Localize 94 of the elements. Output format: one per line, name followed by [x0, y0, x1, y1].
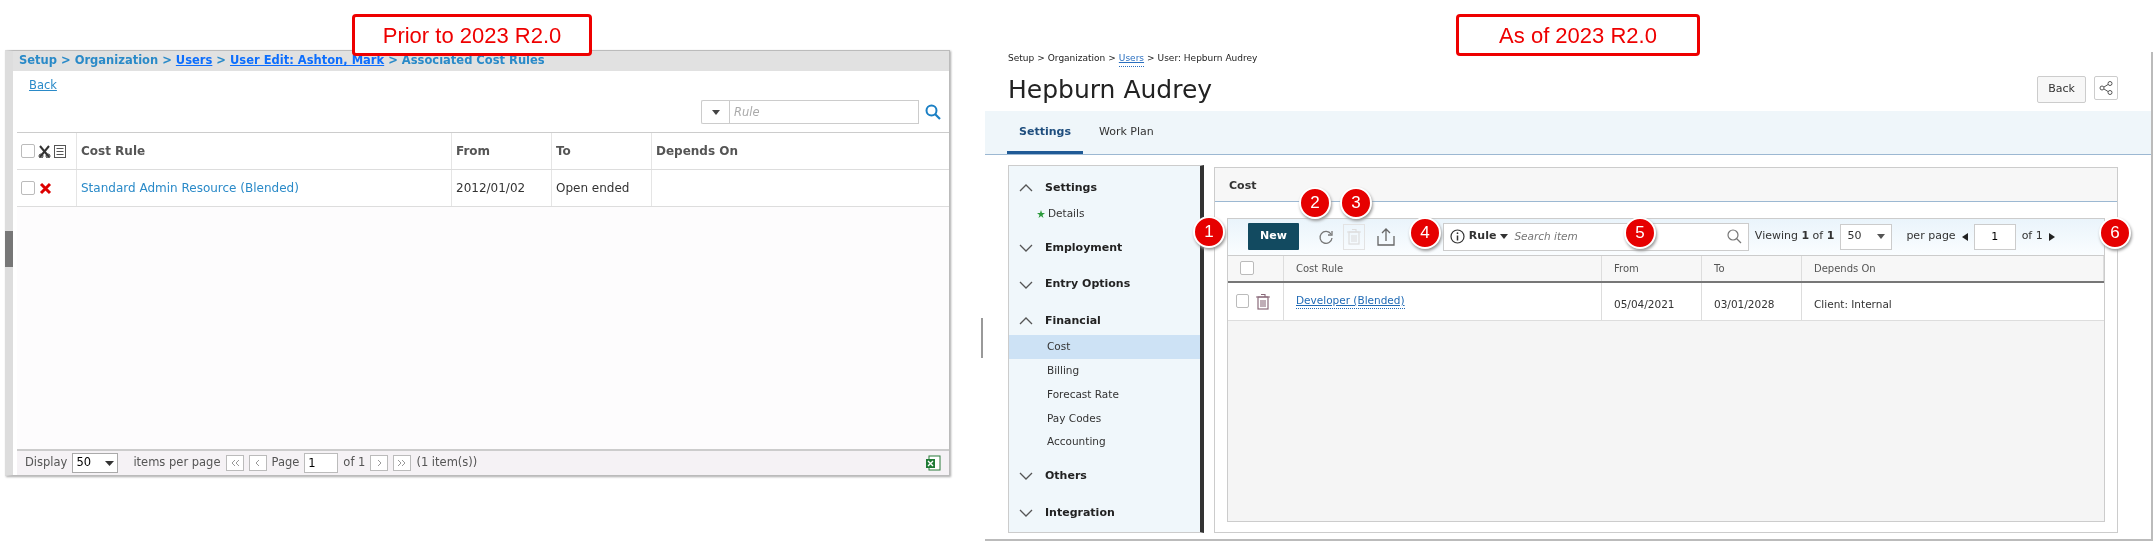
sidebar-item[interactable]: Pay Codes — [1047, 410, 1102, 427]
table-cell: 03/01/2028 — [1702, 282, 1802, 320]
column-header: From — [452, 133, 552, 170]
list-icon[interactable] — [54, 144, 66, 158]
callout-marker: 6 — [2099, 217, 2131, 249]
chevron-down-icon[interactable] — [1019, 508, 1033, 517]
trash-icon[interactable] — [1255, 292, 1271, 310]
tab[interactable]: Settings — [1007, 124, 1083, 154]
spreadsheet-export-icon[interactable] — [925, 455, 941, 471]
per-page-label: per page — [1906, 228, 1956, 245]
table-link[interactable]: Developer (Blended) — [1296, 292, 1405, 310]
checkbox[interactable] — [21, 144, 35, 159]
page-label: Page — [271, 454, 300, 472]
column-header: To — [552, 133, 652, 170]
checkbox[interactable] — [1236, 294, 1249, 308]
refresh-icon — [1317, 228, 1334, 245]
tab[interactable]: Work Plan — [1086, 124, 1166, 154]
column-header: Depends On — [1802, 255, 2104, 281]
items-per-page-label: items per page — [133, 454, 221, 472]
page-field[interactable]: 1 — [1973, 223, 2016, 250]
info-icon — [1449, 229, 1465, 244]
search-icon — [1726, 229, 1742, 244]
sidebar-item[interactable]: Forecast Rate — [1047, 386, 1119, 403]
delete-icon[interactable] — [39, 181, 52, 195]
caret-icon — [1500, 234, 1509, 239]
table-cell: Open ended — [552, 170, 652, 207]
caption-label: Prior to 2023 R2.0 — [352, 14, 592, 56]
last-page-icon — [397, 459, 408, 467]
per-page-dropdown[interactable]: 50 — [1840, 223, 1893, 250]
caret-icon — [105, 460, 115, 466]
table-cell: 2012/01/02 — [452, 170, 552, 207]
table-cell-text: Client: Internal — [1813, 297, 1893, 313]
column-header: Cost Rule — [1284, 255, 1602, 281]
sidebar-item[interactable]: Cost — [1047, 339, 1071, 355]
next-page-icon[interactable] — [2048, 232, 2055, 241]
breadcrumb-separator: > — [1147, 52, 1155, 65]
column-header: Cost Rule — [77, 133, 452, 170]
sidebar-group[interactable]: Financial — [1045, 312, 1101, 330]
display-label: Display — [25, 454, 68, 472]
chevron-down-icon[interactable] — [1019, 244, 1033, 252]
sidebar-group[interactable]: Others — [1045, 468, 1087, 485]
breadcrumb-separator: > — [162, 52, 172, 70]
collapse-handle[interactable] — [981, 318, 983, 358]
last-page-button[interactable] — [393, 455, 412, 471]
per-page-dropdown[interactable]: 50 — [72, 453, 119, 473]
sidebar-group[interactable]: Employment — [1045, 239, 1123, 257]
sidebar-item[interactable]: Billing — [1047, 363, 1080, 379]
breadcrumb-separator: > — [1108, 52, 1116, 65]
sidebar-group[interactable]: Settings — [1045, 179, 1097, 196]
sidebar-group[interactable]: Entry Options — [1045, 276, 1131, 293]
share-button[interactable] — [2094, 76, 2118, 101]
sidebar-group[interactable]: Integration — [1045, 504, 1115, 521]
export-icon — [1376, 227, 1395, 246]
search-field[interactable]: Rule — [729, 100, 919, 125]
first-page-icon — [229, 459, 240, 467]
table-cell: 05/04/2021 — [1602, 282, 1702, 320]
caret-icon — [711, 109, 720, 115]
caption-label: As of 2023 R2.0 — [1456, 14, 1700, 56]
chevron-up-icon[interactable] — [1019, 317, 1033, 325]
select-all-checkbox[interactable] — [1240, 261, 1254, 275]
sidebar-item[interactable]: Details — [1048, 206, 1085, 222]
dropdown-value: 50 — [1847, 228, 1862, 245]
previous-page-icon[interactable] — [1961, 232, 1968, 241]
column-header: Depends On — [655, 143, 740, 161]
trash-icon — [1345, 228, 1362, 245]
collapse-handle[interactable] — [5, 231, 13, 267]
scissors-icon[interactable] — [38, 144, 51, 158]
page-title: Hepburn Audrey — [1008, 74, 1213, 105]
sidebar-item[interactable]: Accounting — [1047, 434, 1106, 450]
breadcrumb-separator: > — [216, 52, 226, 70]
back-link[interactable]: Back — [13, 71, 73, 101]
dropdown-value: 50 — [76, 454, 92, 472]
chevron-up-icon[interactable] — [1019, 183, 1033, 192]
page-field[interactable]: 1 — [304, 453, 339, 473]
page-count: of 1 — [2021, 228, 2043, 245]
column-header: From — [1602, 255, 1702, 281]
first-page-button[interactable] — [225, 455, 244, 471]
share-icon — [2099, 81, 2113, 96]
caret-icon — [1877, 234, 1886, 239]
checkbox[interactable] — [21, 181, 35, 196]
table-link[interactable]: Standard Admin Resource (Blended) — [81, 179, 299, 198]
page-count: of 1 — [343, 454, 366, 472]
chevron-down-icon[interactable] — [1019, 280, 1033, 289]
breadcrumb-link[interactable]: Users — [1118, 52, 1145, 67]
item-count: (1 item(s)) — [416, 454, 478, 472]
column-header: To — [1702, 255, 1802, 281]
new-button[interactable]: New — [1248, 223, 1299, 250]
breadcrumb-separator: > — [1037, 52, 1045, 65]
chevron-down-icon[interactable] — [1019, 472, 1033, 481]
filter-dropdown[interactable]: Rule — [1468, 228, 1497, 245]
back-button[interactable]: Back — [2037, 76, 2086, 103]
viewing-text: Viewing 1 of 1 — [1754, 228, 1835, 245]
breadcrumb-separator: > — [61, 52, 71, 70]
search-icon[interactable] — [925, 104, 941, 121]
